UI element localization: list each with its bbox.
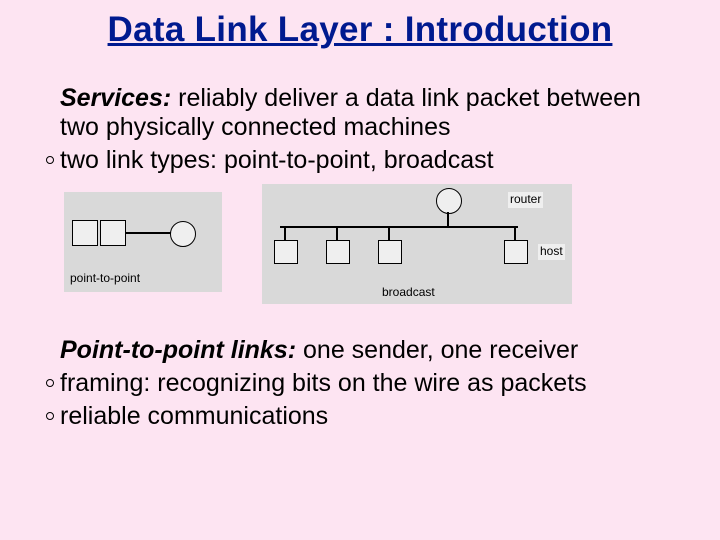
diagram-p2p-panel: point-to-point xyxy=(64,192,222,292)
link-line-icon xyxy=(388,226,390,240)
diagram-broadcast-panel: router host broadcast xyxy=(262,184,572,304)
diagram-host-label: host xyxy=(538,244,565,260)
router-circle-icon xyxy=(170,221,196,247)
router-circle-icon xyxy=(436,188,462,214)
link-line-icon xyxy=(514,226,516,240)
host-box-icon xyxy=(378,240,402,264)
slide-body: Services: reliably deliver a data link p… xyxy=(0,50,720,431)
p2p-bullet-framing: framing: recognizing bits on the wire as… xyxy=(60,369,672,398)
p2p-lead: Point-to-point links: xyxy=(60,336,296,364)
p2p-paragraph: Point-to-point links: one sender, one re… xyxy=(60,336,672,365)
p2p-bullet-framing-term: framing: xyxy=(60,369,150,397)
diagram-p2p-label: point-to-point xyxy=(70,272,140,286)
host-box-icon xyxy=(274,240,298,264)
p2p-bullet-framing-text: recognizing bits on the wire as packets xyxy=(150,369,586,397)
host-box-icon xyxy=(504,240,528,264)
host-box-icon xyxy=(72,220,98,246)
link-line-icon xyxy=(284,226,286,240)
diagram-broadcast-label: broadcast xyxy=(382,286,435,300)
host-box-icon xyxy=(100,220,126,246)
link-line-icon xyxy=(447,212,449,226)
diagram: point-to-point router host broadcast xyxy=(64,184,572,308)
services-lead: Services: xyxy=(60,84,171,112)
slide: Data Link Layer : Introduction Services:… xyxy=(0,0,720,540)
services-bullet-linktypes: two link types: point-to-point, broadcas… xyxy=(60,146,672,175)
p2p-text: one sender, one receiver xyxy=(296,336,578,364)
link-line-icon xyxy=(126,232,172,234)
link-line-icon xyxy=(336,226,338,240)
host-box-icon xyxy=(326,240,350,264)
bus-line-icon xyxy=(280,226,518,228)
slide-title: Data Link Layer : Introduction xyxy=(0,0,720,50)
services-paragraph: Services: reliably deliver a data link p… xyxy=(60,84,672,142)
spacer xyxy=(60,308,672,336)
p2p-bullet-reliable: reliable communications xyxy=(60,402,672,431)
diagram-router-label: router xyxy=(508,192,543,208)
